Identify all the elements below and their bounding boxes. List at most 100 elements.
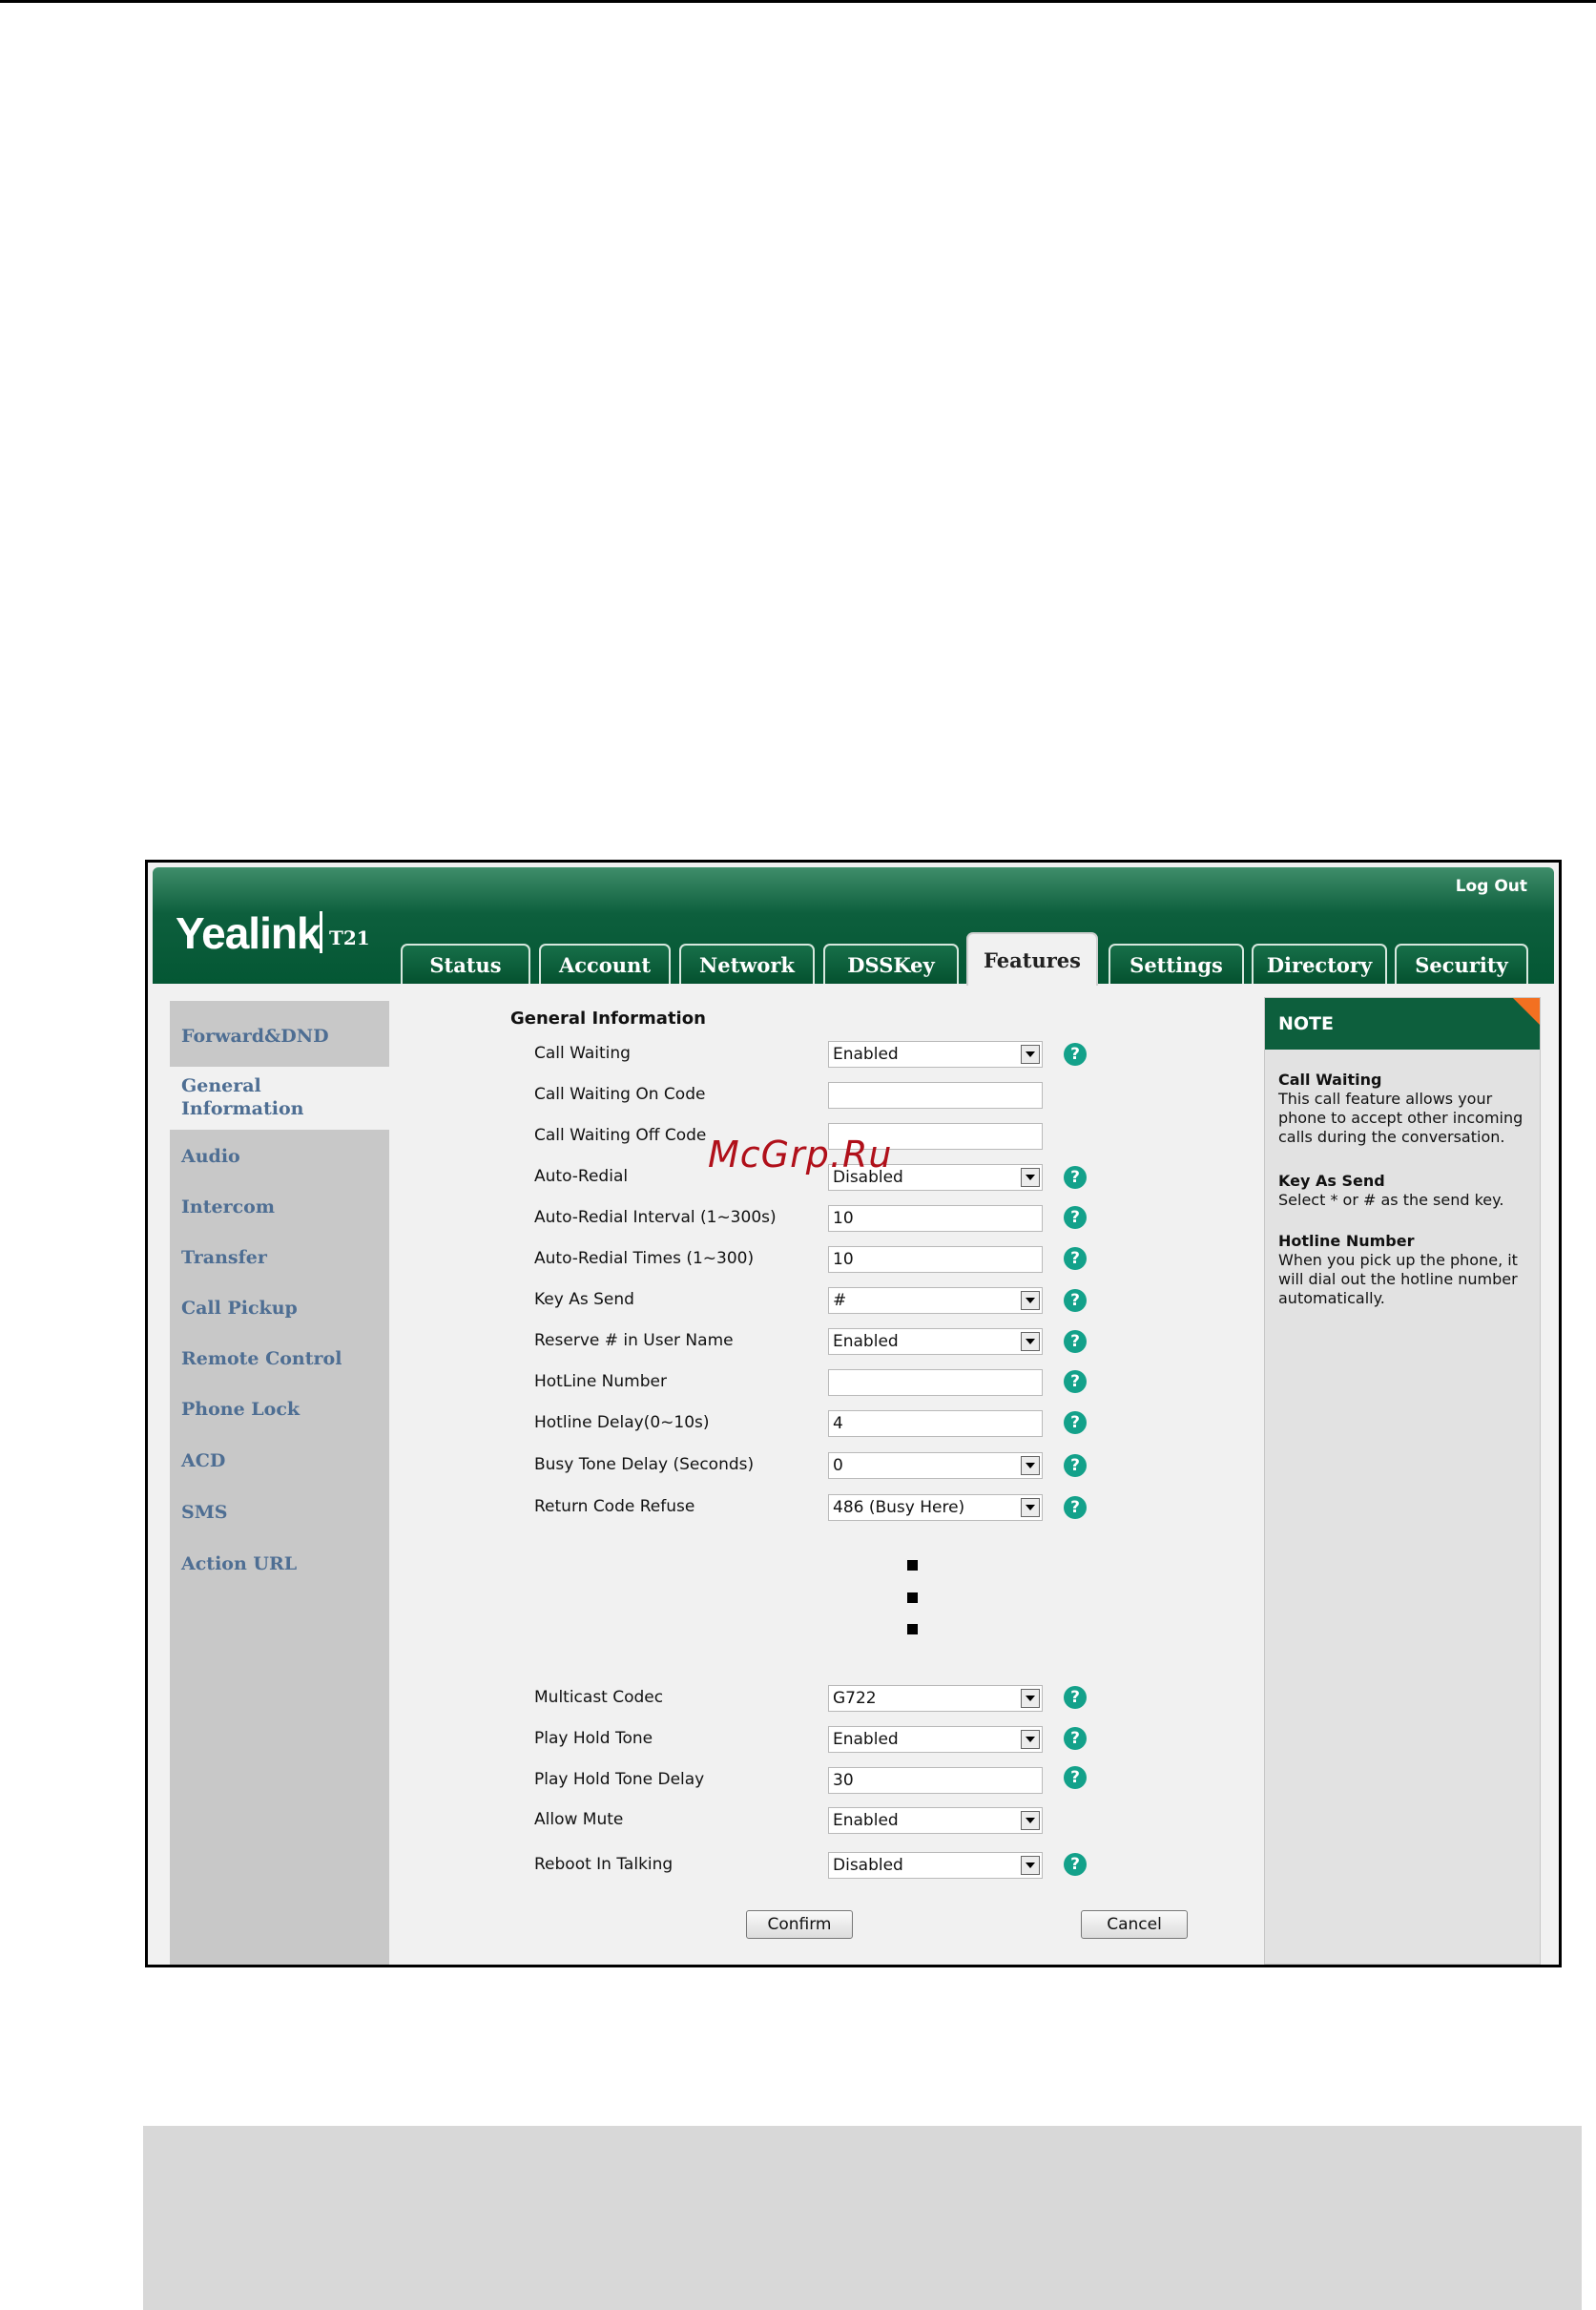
- reboot-in-talking-label: Reboot In Talking: [534, 1855, 674, 1874]
- reserve-hash-select[interactable]: Enabled: [828, 1328, 1043, 1355]
- tab-security[interactable]: Security: [1395, 944, 1528, 984]
- sidebar-item-call-pickup[interactable]: Call Pickup: [181, 1297, 298, 1320]
- call-waiting-on-code-input[interactable]: [828, 1082, 1043, 1109]
- call-waiting-select[interactable]: Enabled: [828, 1041, 1043, 1068]
- cancel-button[interactable]: Cancel: [1081, 1910, 1188, 1939]
- busy-tone-delay-label: Busy Tone Delay (Seconds): [534, 1455, 755, 1474]
- sidebar-item-phone-lock[interactable]: Phone Lock: [181, 1398, 300, 1421]
- help-icon[interactable]: ?: [1064, 1166, 1087, 1189]
- sidebar-item-action-url[interactable]: Action URL: [181, 1552, 297, 1575]
- sidebar-item-forward-dnd[interactable]: Forward&DND: [181, 1025, 329, 1048]
- model-label: T21: [329, 926, 370, 949]
- tab-settings[interactable]: Settings: [1109, 944, 1244, 984]
- ellipsis-dot: [907, 1560, 918, 1571]
- tab-label: DSSKey: [847, 952, 935, 977]
- help-icon[interactable]: ?: [1064, 1411, 1087, 1434]
- tab-network[interactable]: Network: [679, 944, 815, 984]
- hotline-delay-label: Hotline Delay(0~10s): [534, 1413, 710, 1432]
- sidebar-item-audio[interactable]: Audio: [181, 1145, 240, 1168]
- note-title: Hotline Number: [1278, 1232, 1415, 1250]
- key-as-send-select[interactable]: #: [828, 1287, 1043, 1314]
- select-value: Enabled: [833, 1811, 899, 1830]
- gray-note-box: [143, 2126, 1582, 2310]
- note-title: Call Waiting: [1278, 1071, 1382, 1089]
- help-icon[interactable]: ?: [1064, 1686, 1087, 1709]
- multicast-codec-label: Multicast Codec: [534, 1688, 664, 1707]
- play-hold-tone-delay-label: Play Hold Tone Delay: [534, 1770, 705, 1789]
- sidebar-item-general-information[interactable]: General Information: [181, 1074, 324, 1120]
- reserve-hash-label: Reserve # in User Name: [534, 1331, 734, 1350]
- return-code-refuse-select[interactable]: 486 (Busy Here): [828, 1494, 1043, 1521]
- ellipsis-dot: [907, 1624, 918, 1634]
- tab-dsskey[interactable]: DSSKey: [823, 944, 959, 984]
- help-icon[interactable]: ?: [1064, 1370, 1087, 1393]
- watermark-text: McGrp.Ru: [708, 1134, 893, 1176]
- dropdown-arrow-icon[interactable]: [1021, 1811, 1040, 1830]
- dropdown-arrow-icon[interactable]: [1021, 1332, 1040, 1351]
- help-icon[interactable]: ?: [1064, 1853, 1087, 1876]
- play-hold-tone-label: Play Hold Tone: [534, 1729, 653, 1748]
- tab-label: Status: [429, 952, 502, 977]
- tab-label: Settings: [1130, 952, 1223, 977]
- select-value: #: [833, 1291, 847, 1310]
- tab-status[interactable]: Status: [401, 944, 530, 984]
- hotline-number-input[interactable]: [828, 1369, 1043, 1396]
- play-hold-tone-delay-input[interactable]: 30: [828, 1767, 1043, 1794]
- sidebar-item-transfer[interactable]: Transfer: [181, 1246, 267, 1269]
- help-icon[interactable]: ?: [1064, 1454, 1087, 1477]
- logout-link[interactable]: Log Out: [1456, 877, 1527, 896]
- sidebar-item-sms[interactable]: SMS: [181, 1501, 227, 1524]
- auto-redial-times-label: Auto-Redial Times (1~300): [534, 1249, 755, 1268]
- select-value: 486 (Busy Here): [833, 1498, 965, 1517]
- select-value: Disabled: [833, 1856, 903, 1875]
- auto-redial-times-input[interactable]: 10: [828, 1246, 1043, 1273]
- auto-redial-interval-input[interactable]: 10: [828, 1205, 1043, 1232]
- dropdown-arrow-icon[interactable]: [1021, 1291, 1040, 1310]
- tab-label: Account: [558, 952, 652, 977]
- help-icon[interactable]: ?: [1064, 1330, 1087, 1353]
- tab-directory[interactable]: Directory: [1252, 944, 1387, 984]
- note-panel: NOTE Call Waiting This call feature allo…: [1264, 997, 1541, 1965]
- note-text: This call feature allows your phone to a…: [1278, 1090, 1523, 1146]
- sidebar-item-acd[interactable]: ACD: [181, 1449, 225, 1472]
- select-value: Enabled: [833, 1730, 899, 1749]
- help-icon[interactable]: ?: [1064, 1043, 1087, 1066]
- help-icon[interactable]: ?: [1064, 1766, 1087, 1789]
- hotline-delay-input[interactable]: 4: [828, 1410, 1043, 1437]
- dropdown-arrow-icon[interactable]: [1021, 1856, 1040, 1875]
- help-icon[interactable]: ?: [1064, 1496, 1087, 1519]
- allow-mute-select[interactable]: Enabled: [828, 1807, 1043, 1834]
- section-title: General Information: [510, 1009, 706, 1029]
- help-icon[interactable]: ?: [1064, 1247, 1087, 1270]
- help-icon[interactable]: ?: [1064, 1727, 1087, 1750]
- allow-mute-label: Allow Mute: [534, 1810, 624, 1829]
- select-value: 0: [833, 1456, 843, 1475]
- help-icon[interactable]: ?: [1064, 1289, 1087, 1312]
- select-value: Enabled: [833, 1332, 899, 1351]
- auto-redial-label: Auto-Redial: [534, 1167, 629, 1186]
- dropdown-arrow-icon[interactable]: [1021, 1456, 1040, 1475]
- dropdown-arrow-icon[interactable]: [1021, 1730, 1040, 1749]
- help-icon[interactable]: ?: [1064, 1206, 1087, 1229]
- confirm-button[interactable]: Confirm: [746, 1910, 853, 1939]
- tab-label: Security: [1415, 952, 1508, 977]
- key-as-send-label: Key As Send: [534, 1290, 634, 1309]
- tab-label: Directory: [1266, 952, 1373, 977]
- dropdown-arrow-icon[interactable]: [1021, 1689, 1040, 1708]
- dropdown-arrow-icon[interactable]: [1021, 1045, 1040, 1064]
- header-bar: Yealink T21 Log Out Status Account Netwo…: [153, 867, 1554, 986]
- busy-tone-delay-select[interactable]: 0: [828, 1452, 1043, 1479]
- auto-redial-interval-label: Auto-Redial Interval (1~300s): [534, 1208, 777, 1227]
- sidebar-item-remote-control[interactable]: Remote Control: [181, 1347, 342, 1370]
- note-text: When you pick up the phone, it will dial…: [1278, 1251, 1518, 1307]
- note-title: Key As Send: [1278, 1172, 1385, 1190]
- sidebar-item-intercom[interactable]: Intercom: [181, 1196, 275, 1218]
- tab-account[interactable]: Account: [539, 944, 671, 984]
- play-hold-tone-select[interactable]: Enabled: [828, 1726, 1043, 1753]
- multicast-codec-select[interactable]: G722: [828, 1685, 1043, 1712]
- dropdown-arrow-icon[interactable]: [1021, 1498, 1040, 1517]
- dropdown-arrow-icon[interactable]: [1021, 1168, 1040, 1187]
- logo-divider: [320, 911, 322, 953]
- tab-features[interactable]: Features: [966, 932, 1098, 986]
- reboot-in-talking-select[interactable]: Disabled: [828, 1852, 1043, 1879]
